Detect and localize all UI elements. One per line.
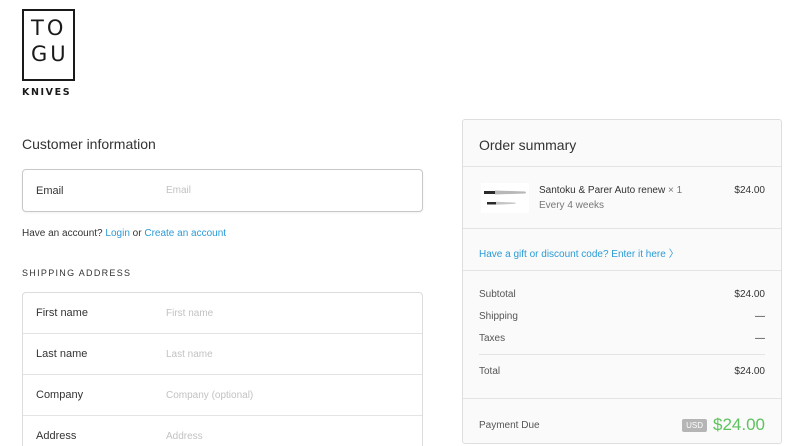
payment-due-row: Payment Due USD $24.00 [463,398,781,446]
total-row: Total $24.00 [479,354,765,388]
last-name-row: Last name [23,334,422,375]
logo-line-1: TO [31,16,67,40]
totals-section: Subtotal $24.00 Shipping — Taxes — Total… [463,283,781,446]
create-account-link[interactable]: Create an account [144,228,226,239]
email-input[interactable] [166,185,422,196]
last-name-input[interactable] [166,348,422,360]
currency-badge: USD [682,418,707,432]
last-name-label: Last name [36,348,88,360]
account-prompt: Have an account? [22,228,103,239]
payment-due-label: Payment Due [479,419,540,431]
item-quantity: × 1 [667,185,683,196]
email-field-box: Email [22,169,423,212]
chevron-right-icon: 〉 [668,249,679,260]
taxes-value: — [755,332,765,344]
email-row: Email [23,170,422,211]
first-name-row: First name [23,293,422,334]
email-label: Email [36,184,64,197]
shipping-fields-box: First name Last name Company Address [22,292,423,446]
item-price: $24.00 [734,185,765,196]
payment-due-amount: USD $24.00 [682,415,765,435]
first-name-input[interactable] [166,307,422,319]
logo-line-2: GU [31,42,69,66]
order-summary-panel: Order summary Santoku & Parer Auto renew… [462,119,782,444]
address-row: Address [23,416,422,446]
taxes-label: Taxes [479,332,506,344]
or-text: or [132,228,142,239]
item-title: Santoku & Parer Auto renew [539,185,666,196]
shipping-address-title: SHIPPING ADDRESS [22,268,132,278]
total-value: $24.00 [734,366,765,377]
logo-box: TO GU [22,9,75,81]
subtotal-label: Subtotal [479,288,516,300]
first-name-label: First name [36,307,88,319]
discount-row: Have a gift or discount code? Enter it h… [463,229,781,271]
item-frequency: Every 4 weeks [539,200,605,211]
order-line-item: Santoku & Parer Auto renew × 1 Every 4 w… [463,167,781,229]
brand-logo[interactable]: TO GU KNIVES [22,9,75,98]
item-name: Santoku & Parer Auto renew × 1 [539,185,682,196]
account-line: Have an account? Login or Create an acco… [22,228,226,239]
discount-link[interactable]: Have a gift or discount code? Enter it h… [479,249,679,260]
shipping-row: Shipping — [479,305,765,327]
address-label: Address [36,430,77,442]
order-summary-title: Order summary [463,120,781,167]
subtotal-value: $24.00 [734,288,765,300]
login-link[interactable]: Login [105,228,129,239]
company-input[interactable] [166,389,422,401]
shipping-value: — [755,310,765,322]
address-input[interactable] [166,430,422,442]
discount-link-text: Have a gift or discount code? Enter it h… [479,249,666,260]
subtotal-row: Subtotal $24.00 [479,283,765,305]
knife-set-thumbnail-icon [481,183,529,213]
company-label: Company [36,389,84,401]
customer-info-title: Customer information [22,136,156,152]
total-label: Total [479,366,501,377]
company-row: Company [23,375,422,416]
shipping-label: Shipping [479,310,518,322]
taxes-row: Taxes — [479,327,765,349]
logo-wordmark: KNIVES [22,87,72,98]
payment-due-value: $24.00 [713,415,765,434]
